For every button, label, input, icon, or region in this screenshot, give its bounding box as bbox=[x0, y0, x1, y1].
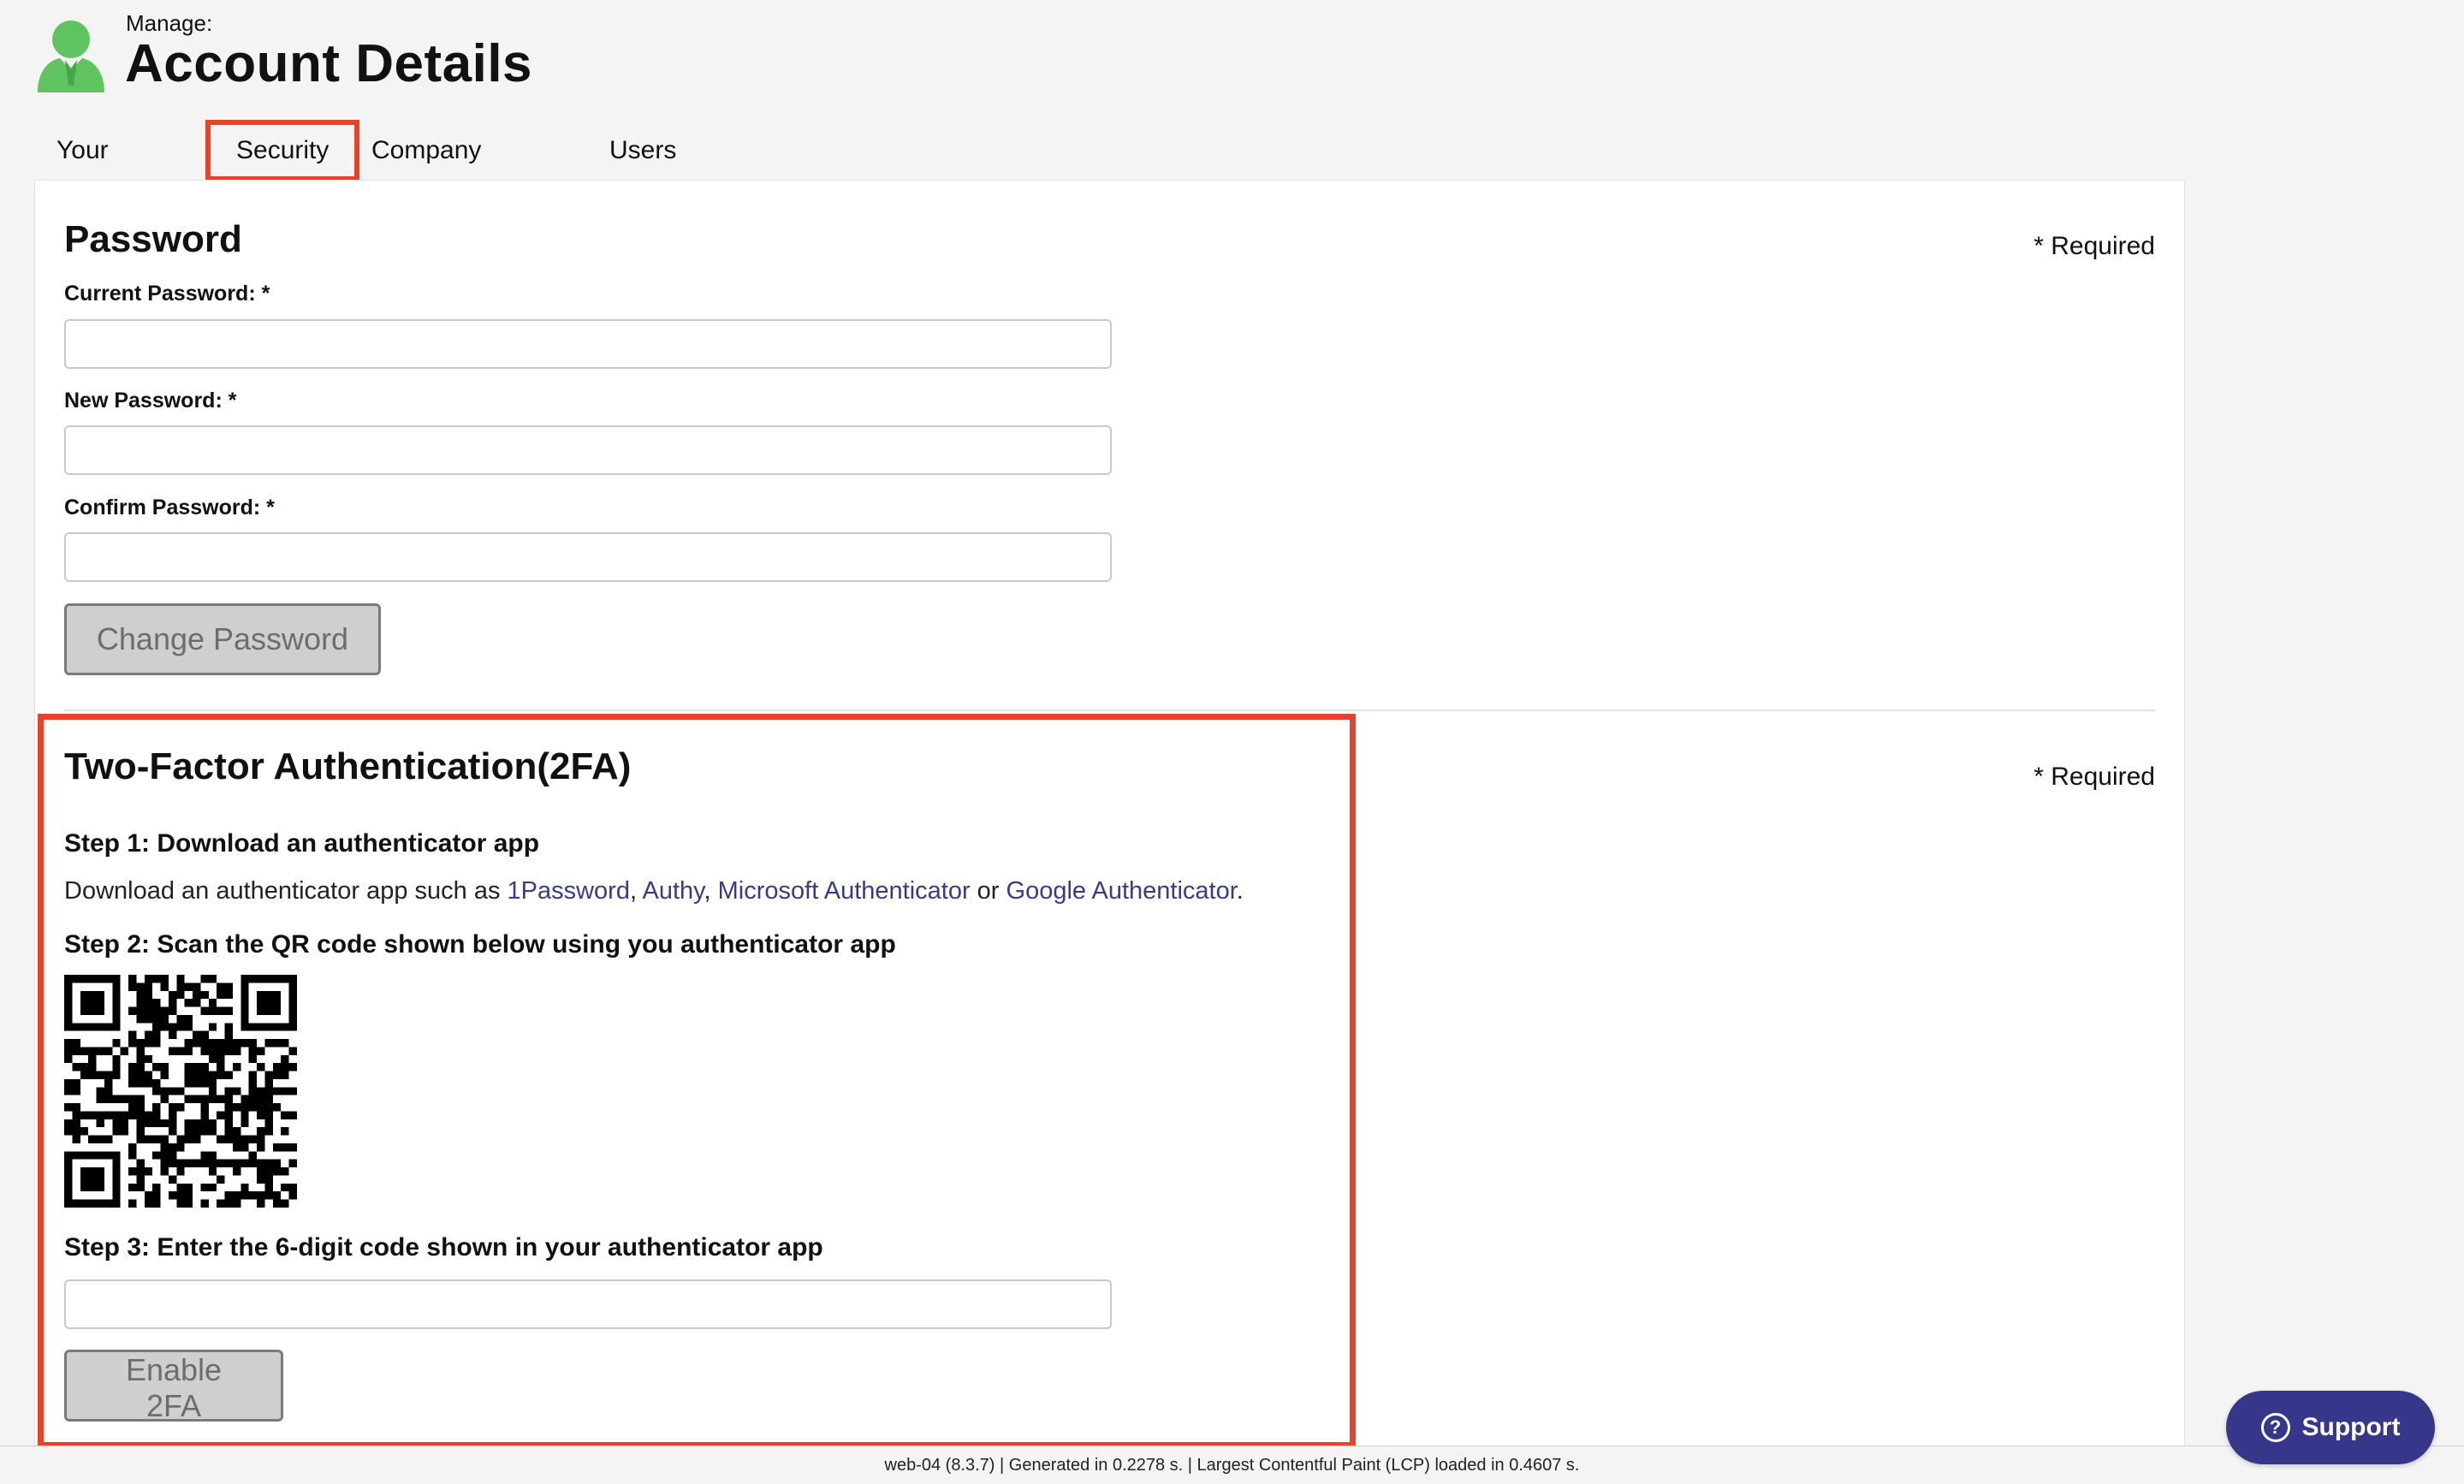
current-password-input[interactable] bbox=[64, 319, 1112, 369]
enable-2fa-button[interactable]: Enable 2FA bbox=[64, 1350, 283, 1423]
section-divider bbox=[64, 709, 2155, 711]
sentence-period: . bbox=[1236, 877, 1244, 905]
step1-title: Step 1: Download an authenticator app bbox=[64, 829, 540, 858]
step1-prefix: Download an authenticator app such as bbox=[64, 877, 508, 905]
password-section-title: Password bbox=[64, 218, 242, 260]
link-1password[interactable]: 1Password bbox=[508, 877, 630, 905]
tab-security[interactable]: Security bbox=[205, 120, 360, 181]
step1-description: Download an authenticator app such as 1P… bbox=[64, 877, 1244, 905]
new-password-label: New Password: * bbox=[64, 389, 237, 413]
qr-code-image bbox=[64, 975, 297, 1208]
tab-company-details[interactable]: Company Details bbox=[371, 120, 481, 226]
tab-your-profile[interactable]: Your Profile bbox=[56, 120, 129, 226]
security-panel: Password * Required Current Password: * … bbox=[34, 180, 2185, 1448]
page-header: Manage: Account Details bbox=[34, 10, 633, 96]
separator-comma: , bbox=[629, 877, 643, 905]
tab-users[interactable]: Users bbox=[609, 120, 676, 181]
help-circle-icon: ? bbox=[2260, 1413, 2290, 1442]
support-label: Support bbox=[2301, 1413, 2401, 1441]
confirm-password-label: Confirm Password: * bbox=[64, 496, 275, 519]
link-google-authenticator[interactable]: Google Authenticator bbox=[1006, 877, 1237, 905]
current-password-label: Current Password: * bbox=[64, 282, 270, 306]
step2-title: Step 2: Scan the QR code shown below usi… bbox=[64, 930, 896, 959]
separator-comma: , bbox=[704, 877, 718, 905]
user-icon bbox=[38, 21, 104, 92]
twofa-required-note: * Required bbox=[2034, 763, 2155, 791]
new-password-input[interactable] bbox=[64, 425, 1112, 475]
separator-or: or bbox=[970, 877, 1006, 905]
page-footer: web-04 (8.3.7) | Generated in 0.2278 s. … bbox=[0, 1445, 2464, 1484]
page-title: Account Details bbox=[125, 34, 533, 93]
link-authy[interactable]: Authy bbox=[643, 877, 704, 905]
twofa-section-title: Two-Factor Authentication(2FA) bbox=[64, 745, 632, 787]
support-button[interactable]: ? Support bbox=[2226, 1391, 2435, 1464]
confirm-password-input[interactable] bbox=[64, 532, 1112, 582]
verification-code-input[interactable] bbox=[64, 1279, 1112, 1329]
password-required-note: * Required bbox=[2034, 232, 2155, 260]
step3-title: Step 3: Enter the 6-digit code shown in … bbox=[64, 1233, 823, 1261]
link-microsoft-authenticator[interactable]: Microsoft Authenticator bbox=[718, 877, 971, 905]
change-password-button[interactable]: Change Password bbox=[64, 603, 381, 675]
